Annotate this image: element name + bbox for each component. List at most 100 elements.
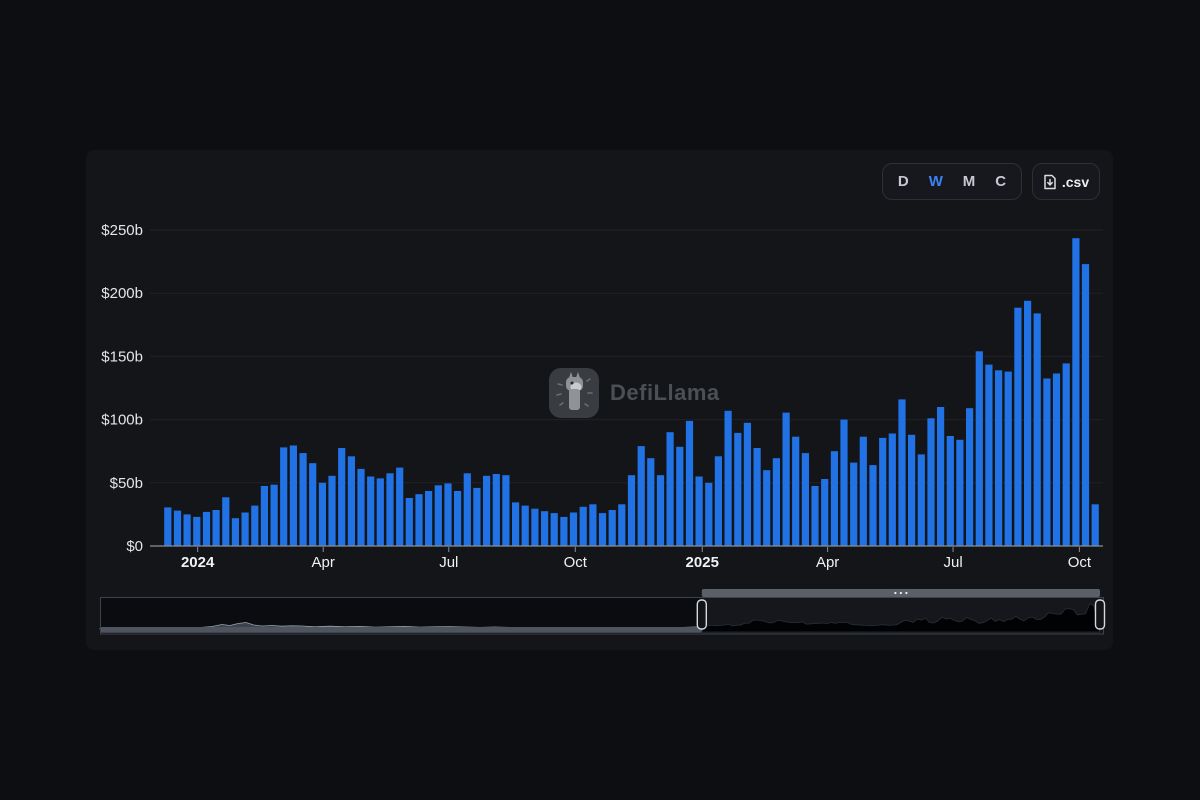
bar[interactable] (783, 413, 790, 546)
bar[interactable] (184, 514, 191, 546)
bar[interactable] (164, 507, 171, 546)
bar[interactable] (937, 407, 944, 546)
bar[interactable] (995, 370, 1002, 546)
bar[interactable] (773, 458, 780, 546)
bar[interactable] (1014, 308, 1021, 546)
bar[interactable] (1053, 374, 1060, 547)
bar[interactable] (898, 399, 905, 546)
bar[interactable] (415, 494, 422, 546)
bar[interactable] (638, 446, 645, 546)
bar[interactable] (377, 478, 384, 546)
bar[interactable] (174, 511, 181, 546)
bar[interactable] (570, 513, 577, 547)
bar[interactable] (435, 485, 442, 546)
bar[interactable] (725, 411, 732, 546)
bar[interactable] (1082, 264, 1089, 546)
bar[interactable] (242, 513, 249, 547)
bar[interactable] (454, 491, 461, 546)
bar[interactable] (696, 477, 703, 547)
bar[interactable] (686, 421, 693, 546)
bar[interactable] (1005, 372, 1012, 546)
bar[interactable] (628, 475, 635, 546)
bar[interactable] (473, 488, 480, 546)
bar[interactable] (193, 517, 200, 546)
bar[interactable] (1024, 301, 1031, 546)
bar[interactable] (493, 474, 500, 546)
bar[interactable] (464, 473, 471, 546)
bar[interactable] (502, 475, 509, 546)
bar[interactable] (222, 497, 229, 546)
bar[interactable] (271, 485, 278, 546)
bar[interactable] (850, 463, 857, 546)
bar[interactable] (348, 456, 355, 546)
bar[interactable] (338, 448, 345, 546)
bar[interactable] (1092, 504, 1099, 546)
bar[interactable] (879, 438, 886, 546)
bar[interactable] (309, 463, 316, 546)
interval-button-daily[interactable]: D (893, 172, 914, 191)
bar[interactable] (792, 437, 799, 546)
bar[interactable] (290, 446, 297, 547)
bar[interactable] (386, 473, 393, 546)
bar[interactable] (976, 351, 983, 546)
interval-button-monthly[interactable]: M (958, 172, 981, 191)
bar[interactable] (1034, 313, 1041, 546)
bar[interactable] (328, 476, 335, 546)
bar[interactable] (715, 456, 722, 546)
bar[interactable] (754, 448, 761, 546)
bar[interactable] (667, 432, 674, 546)
bar[interactable] (232, 518, 239, 546)
bar[interactable] (580, 507, 587, 546)
bar[interactable] (560, 517, 567, 546)
bar[interactable] (522, 506, 529, 546)
bar[interactable] (483, 476, 490, 546)
bar[interactable] (599, 513, 606, 546)
interval-button-cumulative[interactable]: C (990, 172, 1011, 191)
bar[interactable] (213, 510, 220, 546)
bar[interactable] (589, 504, 596, 546)
bar[interactable] (1072, 238, 1079, 546)
bar[interactable] (763, 470, 770, 546)
bar[interactable] (811, 486, 818, 546)
download-csv-button[interactable]: .csv (1032, 163, 1100, 200)
bar[interactable] (609, 510, 616, 546)
bar[interactable] (367, 477, 374, 547)
bar[interactable] (280, 447, 287, 546)
bar[interactable] (927, 418, 934, 546)
bar[interactable] (676, 447, 683, 546)
bar[interactable] (1043, 379, 1050, 547)
bar[interactable] (541, 511, 548, 546)
bar[interactable] (647, 458, 654, 546)
bar[interactable] (319, 483, 326, 546)
bar[interactable] (251, 506, 258, 546)
bar[interactable] (985, 365, 992, 546)
bar[interactable] (956, 440, 963, 546)
bar[interactable] (908, 435, 915, 546)
bar[interactable] (860, 437, 867, 546)
bar[interactable] (551, 513, 558, 546)
bar[interactable] (1063, 363, 1070, 546)
bar[interactable] (889, 434, 896, 547)
bar[interactable] (512, 502, 519, 546)
bar[interactable] (744, 423, 751, 546)
bar[interactable] (425, 491, 432, 546)
bar[interactable] (802, 453, 809, 546)
bar[interactable] (203, 512, 210, 546)
bar[interactable] (618, 504, 625, 546)
bar[interactable] (357, 469, 364, 546)
bar[interactable] (261, 486, 268, 546)
bar[interactable] (657, 475, 664, 546)
interval-button-weekly[interactable]: W (924, 172, 948, 191)
bar[interactable] (396, 468, 403, 546)
bar[interactable] (840, 420, 847, 546)
bar[interactable] (531, 509, 538, 546)
bar[interactable] (705, 483, 712, 546)
bar[interactable] (734, 433, 741, 546)
brush-handle-right[interactable] (1095, 600, 1104, 629)
bar[interactable] (821, 479, 828, 546)
bar[interactable] (831, 451, 838, 546)
bar[interactable] (444, 483, 451, 546)
brush-handle-left[interactable] (697, 600, 706, 629)
bar[interactable] (966, 408, 973, 546)
bar[interactable] (918, 454, 925, 546)
